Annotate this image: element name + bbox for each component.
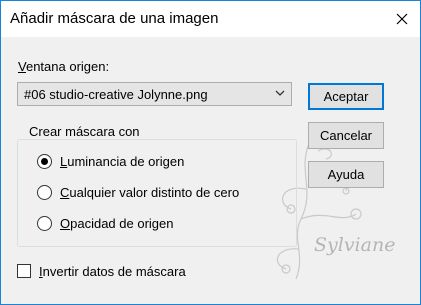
dialog-title: Añadir máscara de una imagen bbox=[10, 10, 219, 27]
radio-luminance-label[interactable]: Luminancia de origen bbox=[60, 154, 184, 169]
accept-button-label: Aceptar bbox=[323, 89, 369, 104]
invert-mask-text: nvertir datos de máscara bbox=[42, 264, 186, 279]
help-button[interactable]: Ayuda bbox=[308, 161, 384, 188]
invert-mask-label[interactable]: Invertir datos de máscara bbox=[39, 264, 186, 279]
radio-luminance-text: uminancia de origen bbox=[67, 154, 185, 169]
source-label-access-key: V bbox=[18, 59, 26, 74]
source-label-text: entana origen: bbox=[25, 59, 110, 74]
radio-opacity-access-key: O bbox=[60, 216, 71, 231]
help-button-label: Ayuda bbox=[327, 167, 365, 182]
cancel-button[interactable]: Cancelar bbox=[308, 122, 384, 149]
radio-nonzero-access-key: C bbox=[60, 185, 70, 200]
title-bar: Añadir máscara de una imagen bbox=[1, 1, 420, 37]
close-button[interactable] bbox=[385, 3, 419, 35]
radio-nonzero-text: ualquier valor distinto de cero bbox=[69, 185, 240, 200]
mask-group-legend: Crear máscara con bbox=[25, 124, 144, 139]
watermark-signature: Sylviane bbox=[314, 234, 395, 256]
invert-mask-checkbox[interactable] bbox=[17, 264, 31, 278]
radio-nonzero-label[interactable]: Cualquier valor distinto de cero bbox=[60, 185, 239, 200]
close-icon bbox=[396, 13, 408, 25]
source-window-label: Ventana origen: bbox=[18, 59, 109, 74]
accept-button[interactable]: Aceptar bbox=[308, 83, 384, 110]
radio-luminance[interactable] bbox=[37, 154, 52, 169]
source-image-select[interactable]: #06 studio-creative Jolynne.png bbox=[17, 82, 292, 106]
radio-opacity-text: pacidad de origen bbox=[70, 216, 174, 231]
radio-opacity[interactable] bbox=[37, 216, 52, 231]
dialog-window: Añadir máscara de una imagen Sylviane Ve… bbox=[0, 0, 421, 305]
cancel-button-label: Cancelar bbox=[319, 128, 373, 143]
chevron-down-icon bbox=[275, 90, 285, 96]
source-image-value: #06 studio-creative Jolynne.png bbox=[24, 87, 208, 102]
radio-opacity-label[interactable]: Opacidad de origen bbox=[60, 216, 173, 231]
radio-nonzero[interactable] bbox=[37, 185, 52, 200]
